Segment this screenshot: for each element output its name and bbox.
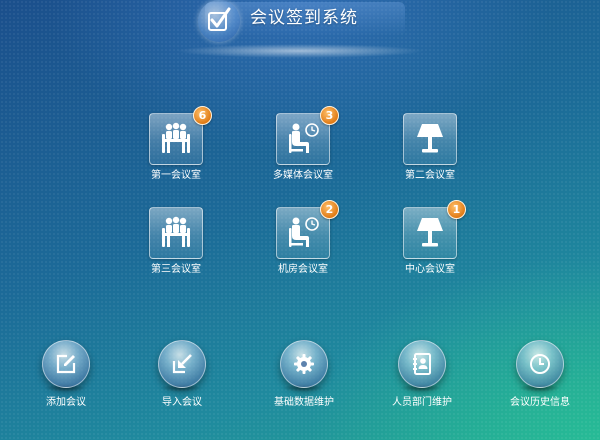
room-tile-second[interactable]: 第二会议室 xyxy=(370,113,490,203)
room-label: 机房会议室 xyxy=(278,264,328,275)
room-tile-center[interactable]: 1 中心会议室 xyxy=(370,200,490,297)
lamp-icon xyxy=(403,113,457,165)
room-label: 第三会议室 xyxy=(151,264,201,275)
gear-icon xyxy=(280,340,328,388)
meeting-history-button[interactable]: 会议历史信息 xyxy=(490,340,590,420)
notification-badge: 3 xyxy=(320,106,339,125)
clock-icon xyxy=(516,340,564,388)
room-label: 多媒体会议室 xyxy=(273,170,333,181)
basic-data-maintenance-button[interactable]: 基础数据维护 xyxy=(254,340,354,420)
header-glow xyxy=(175,44,425,58)
action-label: 人员部门维护 xyxy=(392,397,452,408)
room-tile-multimedia[interactable]: 3 多媒体会议室 xyxy=(243,106,363,203)
notification-badge: 2 xyxy=(320,200,339,219)
room-tile-server[interactable]: 2 机房会议室 xyxy=(243,200,363,297)
action-label: 导入会议 xyxy=(162,397,202,408)
room-label: 第一会议室 xyxy=(151,170,201,181)
action-label: 会议历史信息 xyxy=(510,397,570,408)
room-tile-third[interactable]: 第三会议室 xyxy=(116,207,236,297)
room-label: 第二会议室 xyxy=(405,170,455,181)
notification-badge: 1 xyxy=(447,200,466,219)
header: 会议签到系统 xyxy=(0,0,600,60)
import-icon xyxy=(158,340,206,388)
action-label: 基础数据维护 xyxy=(274,397,334,408)
room-label: 中心会议室 xyxy=(405,264,455,275)
action-label: 添加会议 xyxy=(46,397,86,408)
contacts-icon xyxy=(398,340,446,388)
import-meeting-button[interactable]: 导入会议 xyxy=(132,340,232,420)
personnel-department-maintenance-button[interactable]: 人员部门维护 xyxy=(372,340,472,420)
room-tile-first[interactable]: 6 第一会议室 xyxy=(116,106,236,203)
notification-badge: 6 xyxy=(193,106,212,125)
app-title: 会议签到系统 xyxy=(250,8,358,28)
add-meeting-button[interactable]: 添加会议 xyxy=(16,340,116,420)
edit-icon xyxy=(42,340,90,388)
meeting-table-icon xyxy=(149,207,203,259)
checkbox-icon xyxy=(198,0,240,42)
